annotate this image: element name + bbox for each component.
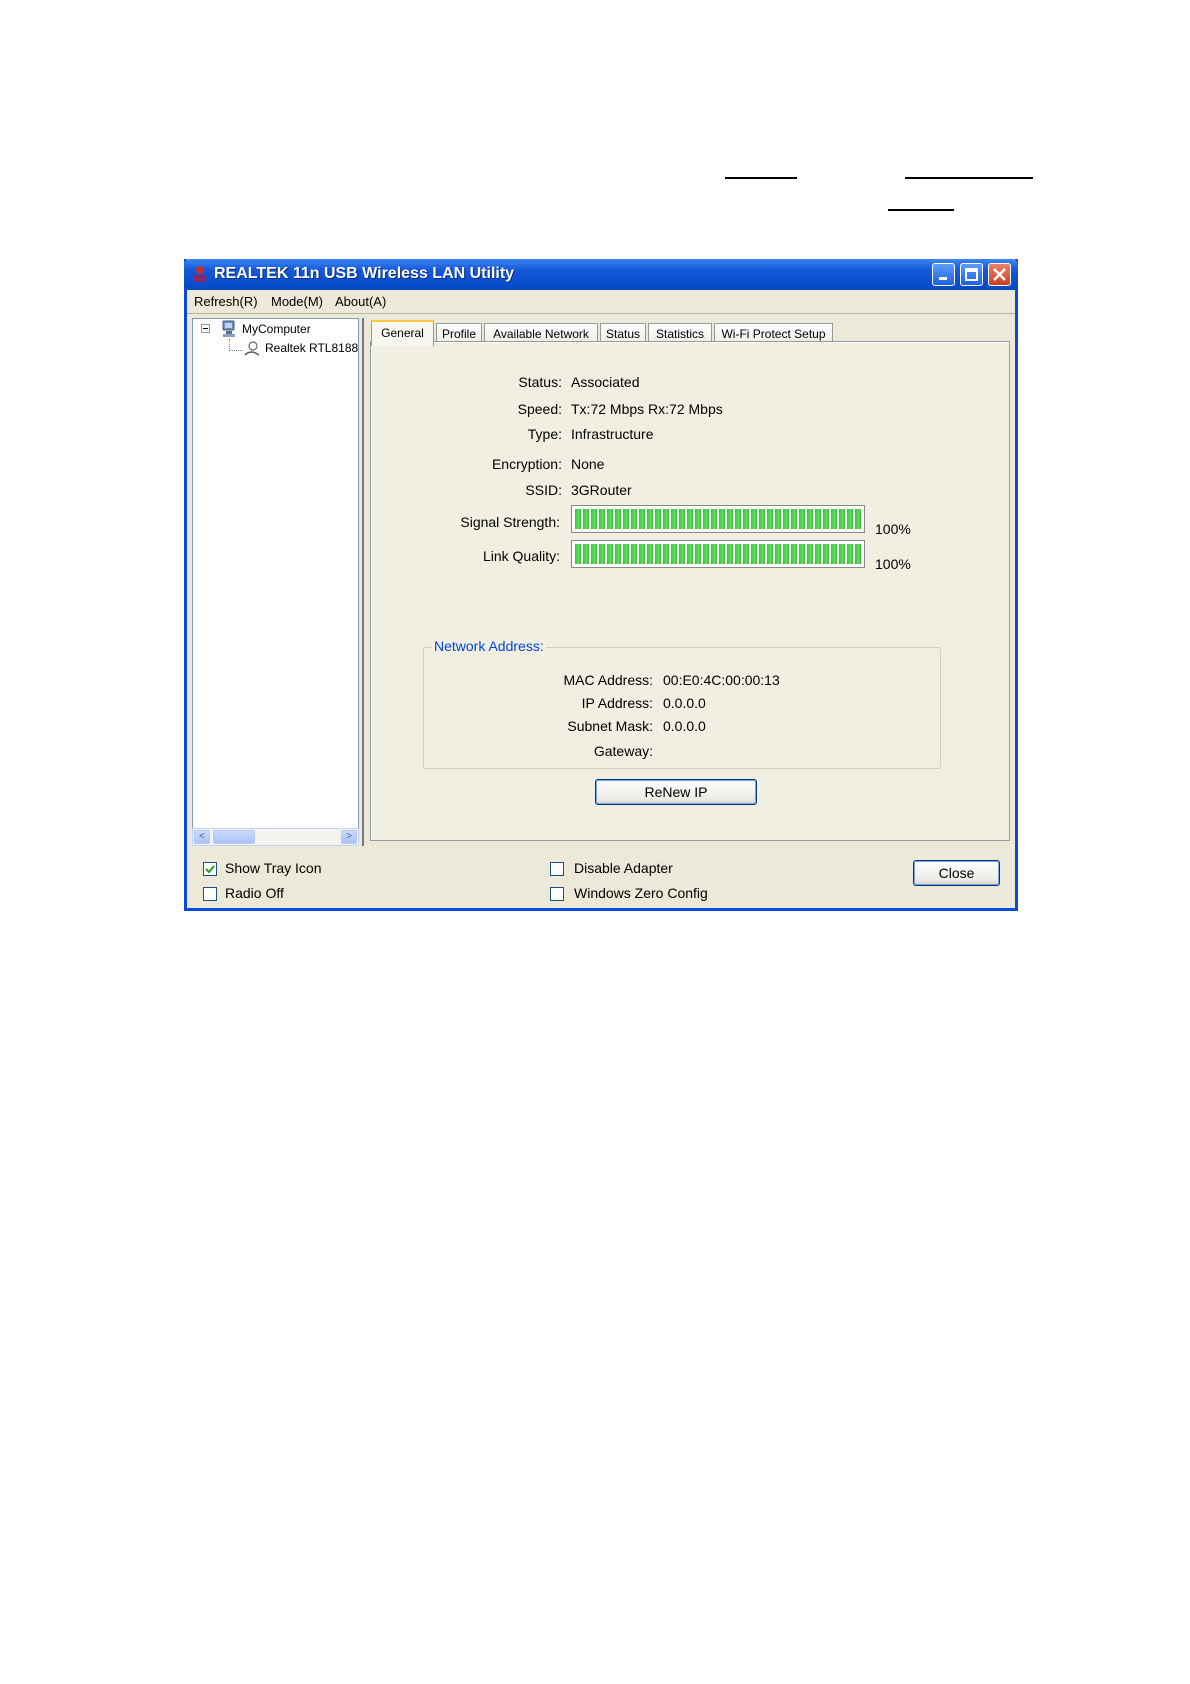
signal-strength-bar	[571, 505, 865, 533]
device-tree[interactable]: MyComputer Realtek RTL8188	[192, 318, 359, 846]
signal-strength-percent: 100%	[875, 521, 911, 537]
subnet-mask-value: 0.0.0.0	[663, 718, 706, 734]
status-value: Associated	[571, 374, 640, 390]
ip-address-value: 0.0.0.0	[663, 695, 706, 711]
maximize-icon	[965, 268, 978, 281]
underline-3	[888, 209, 954, 211]
encryption-label: Encryption:	[491, 456, 562, 472]
signal-strength-label: Signal Strength:	[460, 514, 560, 530]
subnet-mask-label: Subnet Mask:	[567, 718, 653, 734]
show-tray-icon-checkbox[interactable]	[203, 862, 217, 876]
scroll-right-icon[interactable]: >	[341, 830, 357, 844]
type-label: Type:	[527, 426, 562, 442]
window-title: REALTEK 11n USB Wireless LAN Utility	[214, 265, 515, 282]
underline-1	[725, 177, 797, 179]
type-value: Infrastructure	[571, 426, 654, 442]
windows-zero-config-label[interactable]: Windows Zero Config	[574, 885, 708, 901]
underline-2	[905, 177, 1033, 179]
computer-icon	[222, 320, 235, 337]
scroll-left-icon[interactable]: <	[194, 830, 210, 844]
title-bar[interactable]: REALTEK 11n USB Wireless LAN Utility	[184, 259, 1018, 290]
close-icon	[993, 268, 1006, 281]
mac-address-label: MAC Address:	[563, 672, 653, 688]
disable-adapter-checkbox[interactable]	[550, 862, 564, 876]
menu-bar: Refresh(R) Mode(M) About(A)	[187, 290, 1015, 312]
ssid-value: 3GRouter	[571, 482, 632, 498]
splitter[interactable]	[362, 318, 364, 846]
minimize-icon	[939, 277, 947, 280]
maximize-button[interactable]	[960, 263, 983, 286]
disable-adapter-label[interactable]: Disable Adapter	[574, 860, 673, 876]
checkmark-icon	[205, 865, 215, 874]
encryption-value: None	[571, 456, 605, 472]
tab-general[interactable]: General	[371, 320, 434, 346]
app-icon	[194, 266, 206, 282]
close-button[interactable]: Close	[913, 860, 1000, 886]
windows-zero-config-checkbox[interactable]	[550, 887, 564, 901]
mac-address-value: 00:E0:4C:00:00:13	[663, 672, 780, 688]
scroll-thumb[interactable]	[213, 830, 255, 844]
renew-ip-button[interactable]: ReNew IP	[595, 779, 757, 805]
link-quality-label: Link Quality:	[482, 548, 560, 564]
tree-adapter-label[interactable]: Realtek RTL8188	[265, 341, 358, 355]
ssid-label: SSID:	[525, 482, 562, 498]
link-quality-percent: 100%	[875, 556, 911, 572]
speed-label: Speed:	[517, 401, 562, 417]
radio-off-label[interactable]: Radio Off	[225, 885, 284, 901]
gateway-label: Gateway:	[593, 743, 653, 759]
radio-off-checkbox[interactable]	[203, 887, 217, 901]
app-window: REALTEK 11n USB Wireless LAN Utility Ref…	[184, 259, 1018, 911]
signal-strength-fill	[575, 509, 861, 529]
adapter-icon	[244, 341, 260, 356]
speed-value: Tx:72 Mbps Rx:72 Mbps	[571, 401, 723, 417]
menu-mode[interactable]: Mode(M)	[271, 294, 323, 309]
network-address-title: Network Address:	[432, 638, 546, 654]
collapse-toggle-icon[interactable]	[201, 324, 210, 333]
link-quality-bar	[571, 540, 865, 568]
menu-refresh[interactable]: Refresh(R)	[194, 294, 258, 309]
status-label: Status:	[518, 374, 562, 390]
minimize-button[interactable]	[932, 263, 955, 286]
close-window-button[interactable]	[988, 263, 1011, 286]
show-tray-icon-label[interactable]: Show Tray Icon	[225, 860, 322, 876]
link-quality-fill	[575, 544, 861, 564]
tree-connector	[229, 350, 243, 351]
menu-about[interactable]: About(A)	[335, 294, 386, 309]
tree-horizontal-scrollbar[interactable]: < >	[192, 828, 359, 846]
menu-separator	[187, 313, 1015, 314]
ip-address-label: IP Address:	[581, 695, 653, 711]
tree-root-label[interactable]: MyComputer	[242, 322, 311, 336]
